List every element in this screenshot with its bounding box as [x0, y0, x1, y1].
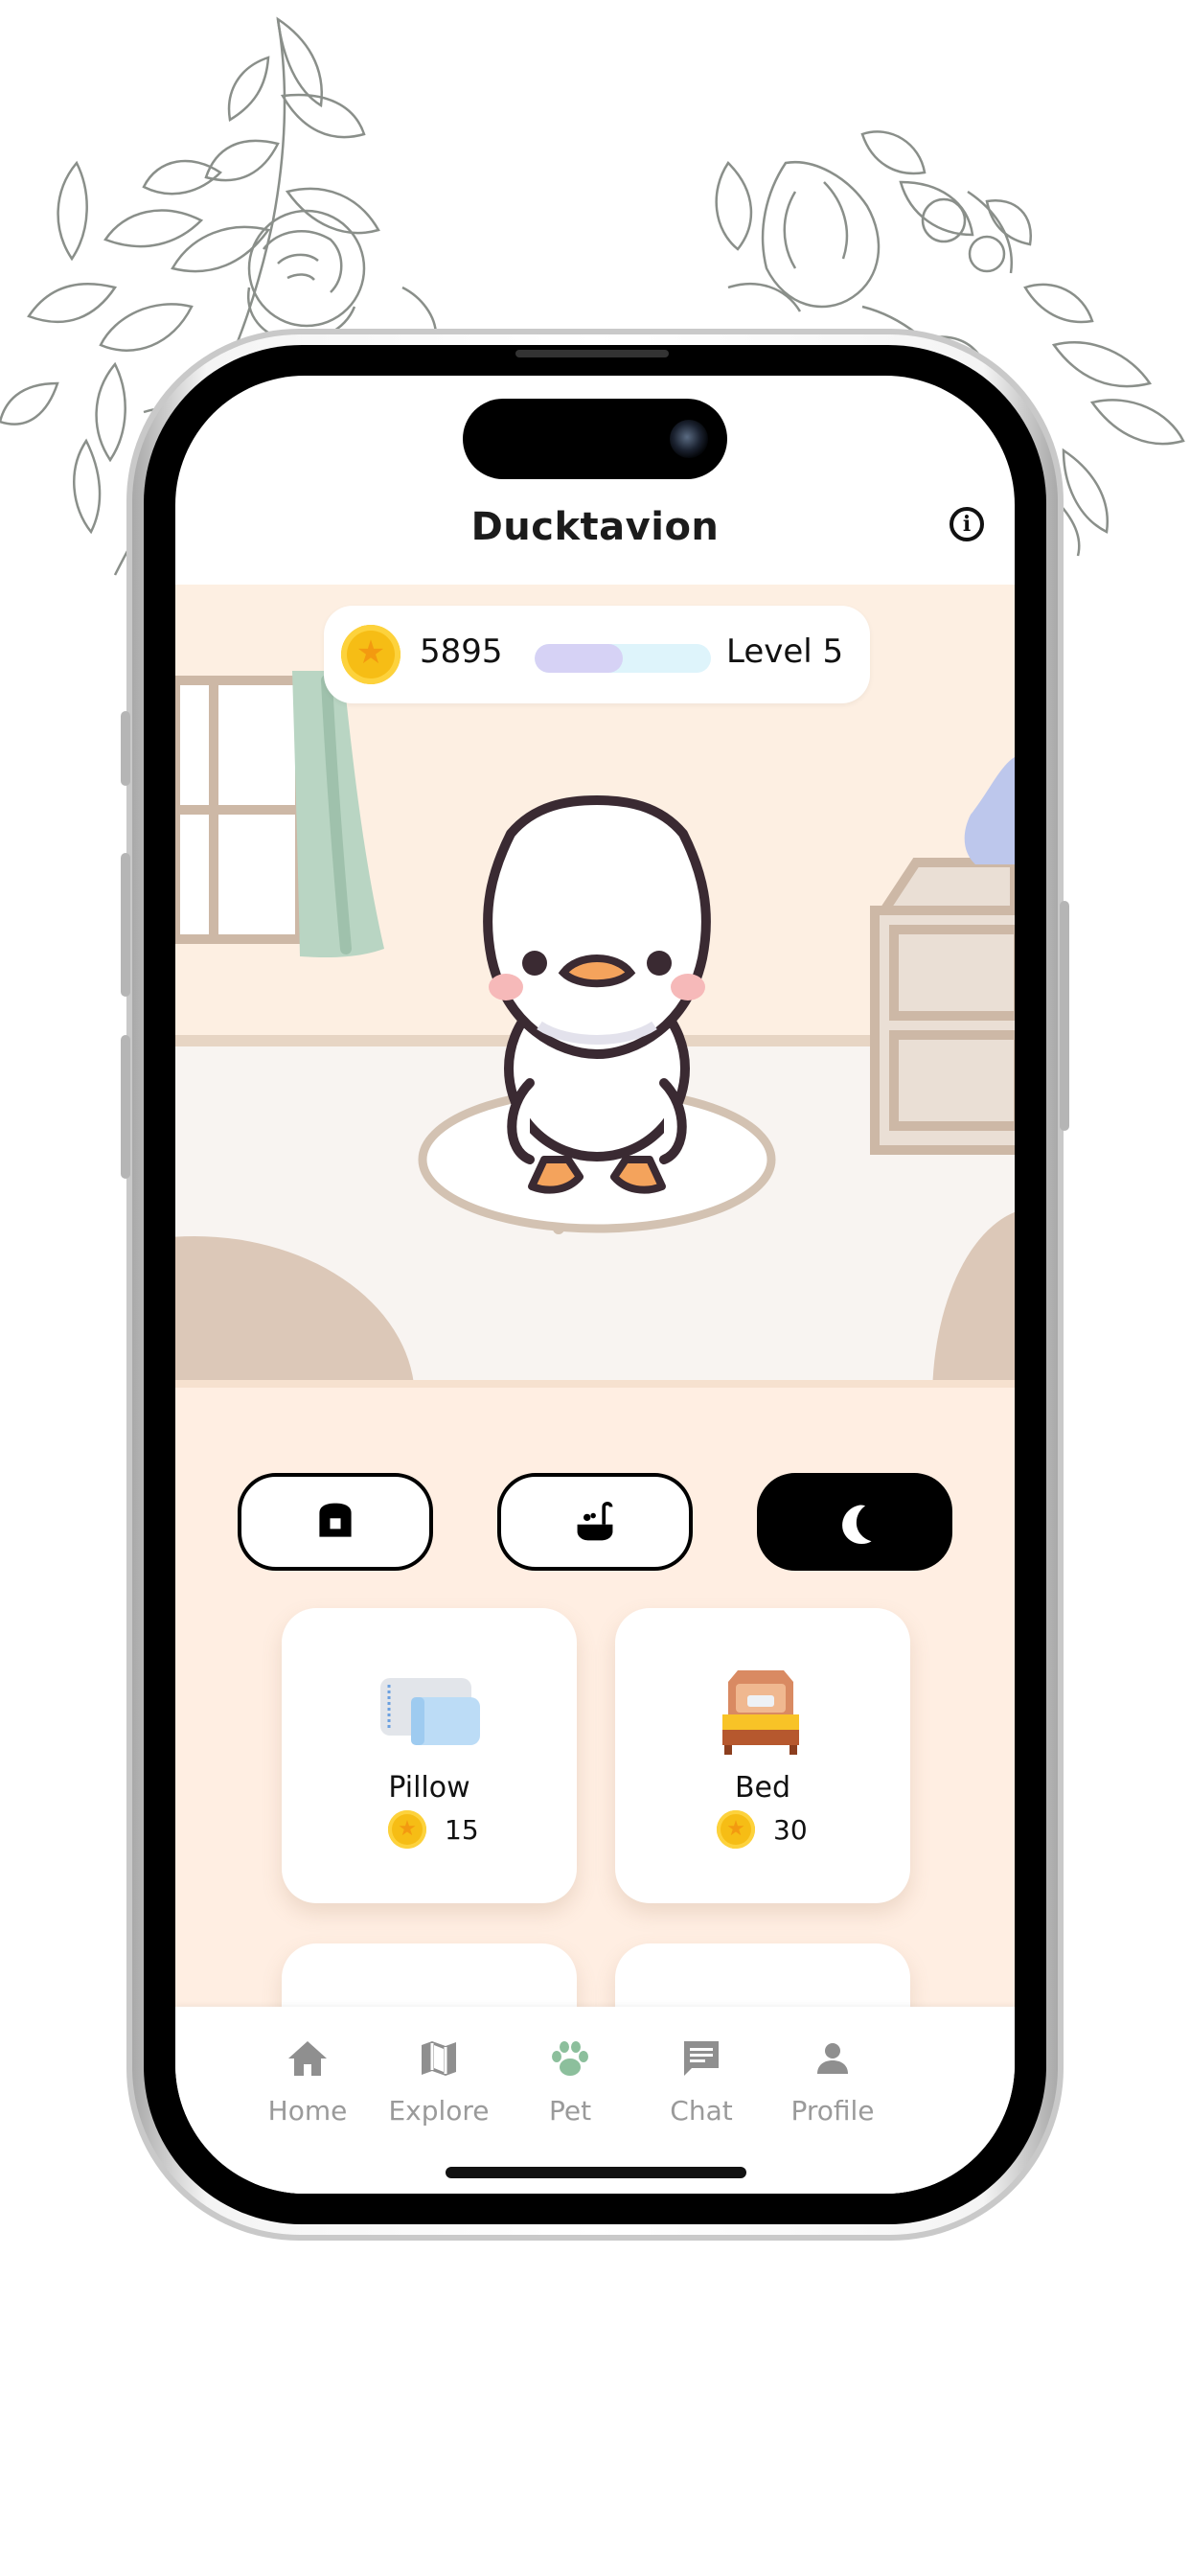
bathtub-icon [577, 1502, 613, 1541]
tab-food[interactable] [238, 1473, 433, 1571]
info-icon[interactable]: i [950, 507, 984, 541]
earpiece [515, 350, 669, 357]
item-name: Bed [734, 1771, 791, 1805]
app-screen: Ducktavion i ★ 5895 Level 5 Pillow ★ 15 … [175, 376, 1015, 2194]
nav-profile[interactable]: Profile [761, 2036, 904, 2150]
item-name: Pillow [388, 1771, 470, 1805]
xp-progress-fill [535, 644, 623, 673]
nav-label: Explore [388, 2095, 490, 2127]
volume-down-button [121, 1035, 130, 1179]
nav-pet[interactable]: Pet [498, 2036, 642, 2150]
nav-home[interactable]: Home [236, 2036, 379, 2150]
shop-panel: Pillow ★ 15 Bed ★ 30 [175, 1388, 1015, 2194]
nav-label: Home [267, 2095, 348, 2127]
home-indicator [446, 2167, 746, 2178]
moon-icon [842, 1505, 872, 1545]
nav-label: Pet [548, 2095, 592, 2127]
pet-room-scene: ★ 5895 Level 5 [175, 585, 1015, 1587]
map-icon [422, 2041, 456, 2076]
pet-name-title: Ducktavion [470, 505, 720, 549]
coin-count: 5895 [420, 632, 503, 671]
item-card-bed[interactable]: Bed ★ 30 [615, 1608, 910, 1903]
xp-progress-bar [535, 644, 711, 673]
nav-chat[interactable]: Chat [629, 2036, 773, 2150]
tab-sleep[interactable] [757, 1473, 952, 1571]
chat-icon [684, 2041, 719, 2076]
dynamic-island [463, 399, 727, 479]
front-camera [670, 420, 708, 458]
nav-explore[interactable]: Explore [367, 2036, 511, 2150]
coin-icon: ★ [717, 1810, 755, 1849]
duck-pet[interactable] [483, 794, 711, 1194]
toast-icon [319, 1503, 352, 1537]
pillow-icon [380, 1678, 480, 1745]
room-illustration [175, 585, 1015, 1587]
nav-label: Chat [670, 2095, 733, 2127]
home-icon [288, 2041, 327, 2076]
item-price: 30 [773, 1814, 808, 1846]
silent-switch [121, 711, 130, 786]
coin-icon: ★ [341, 625, 400, 684]
stats-bar: ★ 5895 Level 5 [324, 606, 870, 703]
person-icon [817, 2043, 848, 2074]
coin-icon: ★ [388, 1810, 426, 1849]
bed-icon [722, 1670, 799, 1755]
paw-icon [552, 2041, 588, 2076]
nav-label: Profile [790, 2095, 875, 2127]
tab-bath[interactable] [497, 1473, 693, 1571]
item-card-pillow[interactable]: Pillow ★ 15 [282, 1608, 577, 1903]
level-label: Level 5 [726, 632, 844, 671]
item-price: 15 [445, 1814, 479, 1846]
power-button [1060, 901, 1069, 1131]
volume-up-button [121, 853, 130, 997]
bottom-nav: Home Explore Pet Chat Profile [175, 2007, 1015, 2194]
window-icon [175, 676, 305, 944]
